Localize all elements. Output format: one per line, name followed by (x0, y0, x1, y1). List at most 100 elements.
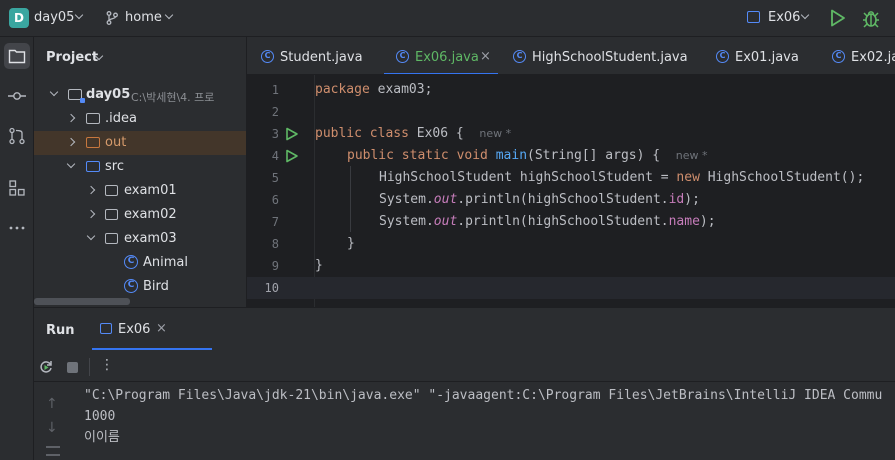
stop-icon[interactable] (67, 362, 78, 373)
code-line: public static void main(String[] args) {… (347, 148, 708, 163)
horizontal-scrollbar[interactable] (34, 298, 130, 305)
tree-item-day05[interactable]: day05 C:\박세현\4. 프로 (34, 83, 246, 107)
branch-switcher[interactable]: home (125, 10, 162, 25)
tree-item-exam01[interactable]: exam01 (34, 179, 246, 203)
chevron-down-icon[interactable] (800, 10, 810, 20)
tab-highschoolstudent-java[interactable]: C HighSchoolStudent.java (499, 37, 699, 74)
tab-ex01-java[interactable]: C Ex01.java (702, 37, 818, 74)
code-line: } (347, 236, 355, 251)
console-line: 이이름 (84, 430, 120, 445)
folder-icon (86, 113, 100, 124)
more-icon[interactable] (4, 215, 30, 241)
close-icon[interactable]: × (480, 49, 491, 64)
rerun-icon[interactable] (39, 360, 53, 374)
tree-item-label: exam02 (124, 207, 177, 222)
tab-ex02-java[interactable]: C Ex02.java (819, 37, 895, 74)
chevron-down-icon[interactable] (86, 231, 96, 241)
line-number: 10 (264, 281, 279, 295)
run-config-selector[interactable]: Ex06 (768, 10, 800, 25)
tree-item-label: .idea (105, 111, 137, 126)
project-switcher[interactable]: day05 (34, 10, 74, 25)
chevron-down-icon[interactable] (74, 10, 84, 20)
tab-label: Ex02.java (851, 50, 895, 65)
tool-window-strip (0, 37, 34, 460)
line-number: 8 (271, 237, 279, 251)
run-toolbar: ⋮ (34, 352, 895, 382)
current-code-line (315, 277, 895, 299)
tree-item-label: out (105, 135, 127, 150)
run-icon[interactable] (830, 9, 846, 27)
editor-gutter: 1 2 3 4 5 6 7 8 9 10 (247, 75, 315, 307)
run-tab-ex06[interactable]: Ex06 × (92, 308, 212, 350)
line-number: 7 (271, 215, 279, 229)
code-line: package exam03; (315, 82, 433, 97)
code-editor[interactable]: package exam03; public class Ex06 { new … (315, 75, 895, 307)
class-icon: C (261, 50, 274, 63)
tree-item-out[interactable]: out (34, 131, 246, 155)
class-icon: C (716, 50, 729, 63)
class-icon: C (124, 279, 138, 293)
code-line: } (315, 258, 323, 273)
tree-item-idea[interactable]: .idea (34, 107, 246, 131)
run-gutter-icon[interactable] (285, 149, 299, 163)
code-line: System.out.println(highSchoolStudent.id)… (379, 192, 700, 207)
tree-item-exam02[interactable]: exam02 (34, 203, 246, 227)
chevron-right-icon[interactable] (86, 185, 96, 195)
tree-item-animal[interactable]: C Animal (34, 251, 246, 275)
module-folder-icon (68, 89, 85, 103)
pull-request-icon[interactable] (4, 123, 30, 149)
chevron-right-icon[interactable] (66, 113, 76, 123)
soft-wrap-icon[interactable] (46, 446, 60, 456)
run-config-icon (747, 11, 760, 23)
line-number: 2 (271, 105, 279, 119)
chevron-down-icon[interactable] (49, 87, 59, 97)
project-badge[interactable]: D (9, 8, 29, 28)
chevron-right-icon[interactable] (66, 137, 76, 147)
tree-item-label: Bird (143, 279, 169, 294)
tree-item-src[interactable]: src (34, 155, 246, 179)
console-line: 1000 (84, 409, 116, 424)
author-hint: new * (675, 149, 708, 162)
more-options-icon[interactable]: ⋮ (100, 357, 114, 373)
run-config-icon (100, 323, 112, 334)
debug-icon[interactable] (862, 8, 880, 28)
title-bar: D day05 home Ex06 (0, 0, 895, 37)
line-number: 9 (271, 259, 279, 273)
folder-icon (86, 137, 100, 148)
tree-item-label: exam01 (124, 183, 177, 198)
tree-item-exam03[interactable]: exam03 (34, 227, 246, 251)
tree-item-path: C:\박세현\4. 프로 (131, 91, 215, 104)
panel-title[interactable]: Project (46, 50, 98, 65)
commit-icon[interactable] (4, 83, 30, 109)
line-number: 6 (271, 193, 279, 207)
line-number: 4 (271, 149, 279, 163)
class-icon: C (396, 50, 409, 63)
tab-ex06-java[interactable]: C Ex06.java × (384, 37, 498, 74)
line-number: 5 (271, 171, 279, 185)
tree-item-bird[interactable]: C Bird (34, 275, 246, 299)
line-number: 1 (271, 83, 279, 97)
console-line: "C:\Program Files\Java\jdk-21\bin\java.e… (84, 388, 883, 403)
git-branch-icon[interactable] (106, 11, 118, 25)
run-tab-label: Ex06 (118, 322, 151, 337)
chevron-down-icon[interactable] (164, 10, 174, 20)
arrow-up-icon[interactable]: ↑ (46, 396, 58, 412)
console-output[interactable]: "C:\Program Files\Java\jdk-21\bin\java.e… (84, 384, 895, 460)
code-line: HighSchoolStudent highSchoolStudent = ne… (379, 170, 865, 185)
toolbar-separator (89, 358, 90, 376)
close-icon[interactable]: × (156, 321, 167, 336)
structure-icon[interactable] (4, 175, 30, 201)
code-line: public class Ex06 { new * (315, 126, 512, 141)
class-icon: C (832, 50, 845, 63)
chevron-right-icon[interactable] (86, 209, 96, 219)
tab-student-java[interactable]: C Student.java (247, 37, 381, 74)
run-gutter-icon[interactable] (285, 127, 299, 141)
console-side-toolbar: ↑ ↓ (34, 383, 74, 460)
chevron-down-icon[interactable] (66, 159, 76, 169)
arrow-down-icon[interactable]: ↓ (46, 420, 58, 436)
tree-item-label: exam03 (124, 231, 177, 246)
package-icon (105, 233, 118, 244)
author-hint: new * (479, 127, 512, 140)
package-icon (105, 185, 118, 196)
folder-icon[interactable] (4, 43, 30, 69)
